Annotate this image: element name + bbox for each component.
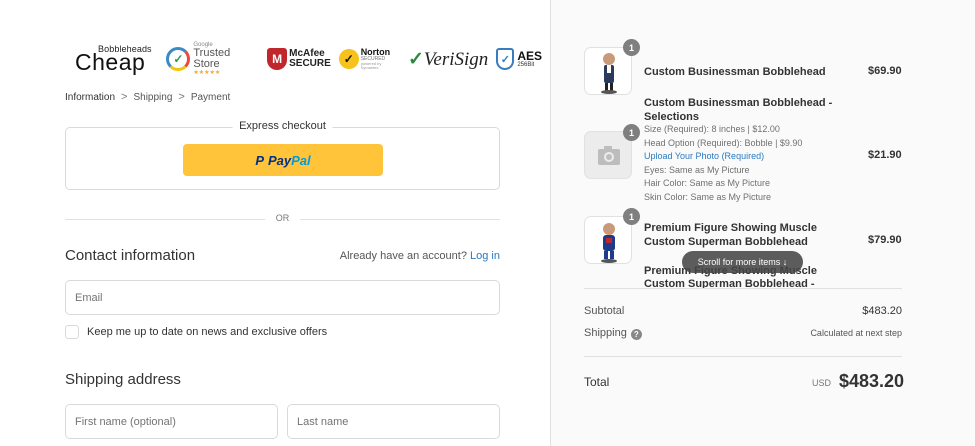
product-price: $79.90	[868, 234, 902, 246]
product-name-line2: Selections	[644, 111, 700, 123]
shield-icon: M	[267, 48, 288, 70]
account-prompt-row: Already have an account? Log in	[300, 250, 500, 262]
product-name-line1: Custom Businessman Bobblehead -	[644, 97, 833, 109]
total-label: Total	[584, 375, 610, 389]
mcafee-line2: SECURE	[289, 58, 331, 69]
product-name-line2: Custom Superman Bobblehead -	[644, 278, 815, 288]
chevron-right-icon: >	[121, 91, 128, 103]
divider-line	[65, 219, 265, 220]
last-name-input[interactable]	[287, 404, 500, 439]
breadcrumb-payment: Payment	[190, 91, 231, 103]
check-icon: ✓	[408, 48, 424, 70]
chevron-right-icon: >	[178, 91, 185, 103]
paypal-icon: P	[255, 152, 264, 168]
option-eyes: Eyes: Same as My Picture	[644, 164, 750, 175]
summary-divider	[584, 356, 902, 357]
norton-powered-text: powered by Symantec	[360, 61, 382, 70]
shipping-label: Shipping	[584, 327, 627, 339]
express-checkout-title: Express checkout	[232, 120, 333, 132]
quantity-badge: 1	[623, 39, 640, 56]
businessman-figure-image	[601, 53, 617, 94]
newsletter-checkbox[interactable]	[65, 325, 79, 339]
subtotal-value: $483.20	[862, 305, 902, 317]
option-hair: Hair Color: Same as My Picture	[644, 178, 771, 189]
norton-badge: ✓ Norton SECURED powered by Symantec	[338, 48, 400, 70]
store-logo[interactable]: Bobbleheads Cheap	[75, 44, 154, 75]
superman-figure-image	[601, 223, 617, 263]
checkout-main: Bobbleheads Cheap ✓ Google Trusted Store…	[0, 0, 550, 446]
trusted-store-text: Trusted Store	[193, 47, 231, 70]
check-icon: ✓	[338, 49, 359, 69]
upload-photo-link[interactable]: Upload Your Photo (Required)	[644, 150, 802, 164]
option-head: Head Option (Required): Bobble | $9.90	[644, 137, 803, 148]
breadcrumb-shipping: Shipping	[133, 91, 173, 103]
option-skin: Skin Color: Same as My Picture	[644, 191, 772, 202]
shipping-value: Calculated at next step	[810, 328, 902, 338]
verisign-badge: ✓VeriSign	[408, 48, 488, 71]
paypal-text-pal: Pal	[291, 152, 311, 168]
trusted-store-badge: ✓ Google Trusted Store ★★★★★	[166, 42, 259, 76]
paypal-text-pay: Pay	[268, 152, 292, 168]
breadcrumb-information[interactable]: Information	[65, 92, 115, 103]
trusted-stars: ★★★★★	[193, 70, 221, 76]
aes-text: AES	[517, 49, 542, 63]
newsletter-label: Keep me up to date on news and exclusive…	[87, 326, 328, 338]
email-input[interactable]	[65, 280, 500, 315]
product-price: $69.90	[868, 65, 902, 77]
shipping-label-row: Shipping?	[584, 327, 642, 340]
or-divider: OR	[65, 213, 500, 225]
divider-line	[300, 219, 500, 220]
mcafee-badge: M McAfee SECURE	[267, 48, 331, 70]
product-name-line2: Custom Superman Bobblehead	[644, 236, 808, 248]
option-size: Size (Required): 8 inches | $12.00	[644, 124, 780, 134]
account-prompt: Already have an account?	[339, 250, 467, 262]
scroll-more-items-hint[interactable]: Scroll for more items ↓	[682, 251, 803, 273]
total-value: $483.20	[839, 371, 905, 391]
paypal-button[interactable]: P Pay Pal	[183, 144, 383, 176]
shield-check-icon: ✓	[496, 48, 515, 70]
header-logos: Bobbleheads Cheap ✓ Google Trusted Store…	[75, 42, 550, 76]
breadcrumb: Information > Shipping > Payment	[65, 91, 230, 103]
brand-big-text: Cheap	[75, 49, 146, 75]
product-name-line1: Premium Figure Showing Muscle	[644, 222, 817, 234]
contact-title: Contact information	[65, 247, 196, 264]
shipping-title: Shipping address	[65, 371, 181, 388]
quantity-badge: 1	[623, 208, 640, 225]
or-text: OR	[275, 213, 290, 223]
check-icon: ✓	[166, 47, 191, 71]
product-price: $21.90	[868, 149, 902, 161]
help-icon[interactable]: ?	[630, 329, 642, 340]
subtotal-label: Subtotal	[584, 305, 625, 317]
newsletter-row[interactable]: Keep me up to date on news and exclusive…	[65, 325, 327, 339]
currency-code: USD	[812, 378, 832, 388]
product-thumbnail	[584, 216, 632, 264]
summary-divider	[584, 288, 902, 289]
first-name-input[interactable]	[65, 404, 278, 439]
quantity-badge: 1	[623, 124, 640, 141]
product-name: Custom Businessman Bobblehead	[644, 66, 826, 78]
checkout-page: Bobbleheads Cheap ✓ Google Trusted Store…	[0, 0, 975, 446]
aes-badge: ✓ AES 256Bit	[496, 48, 542, 70]
camera-icon	[598, 146, 620, 165]
login-link[interactable]: Log in	[470, 250, 500, 262]
verisign-text: VeriSign	[423, 48, 489, 70]
product-thumbnail	[584, 47, 632, 95]
product-options: Size (Required): 8 inches | $12.00 Head …	[644, 123, 802, 205]
express-checkout: Express checkout P Pay Pal	[65, 120, 500, 190]
